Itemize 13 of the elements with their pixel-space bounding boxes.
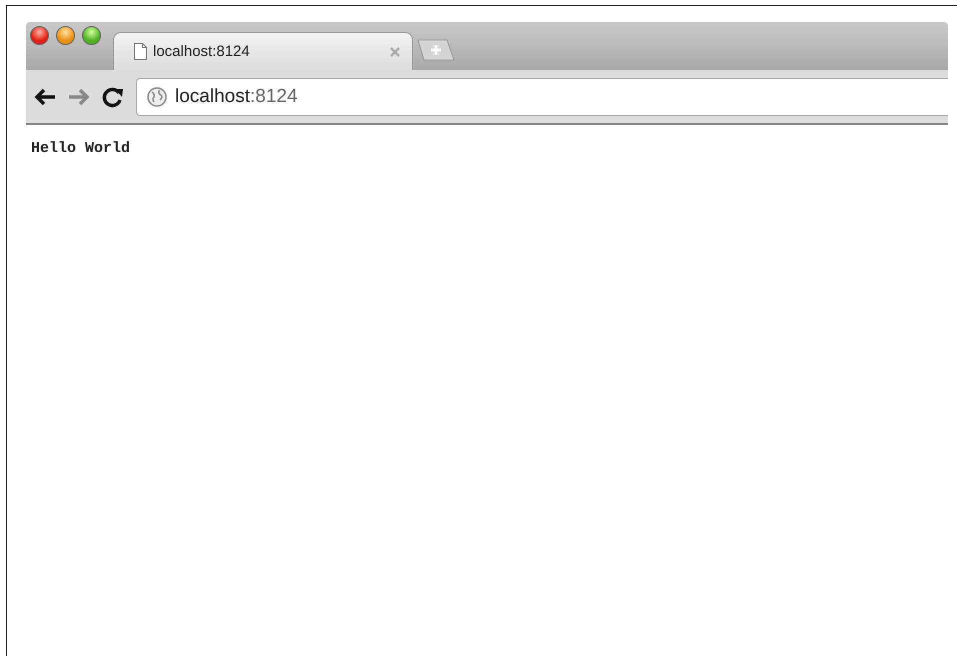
page-text: Hello World [31,140,130,157]
tab-title: localhost:8124 [153,43,251,60]
browser-tab[interactable]: localhost:8124 [113,32,413,70]
globe-icon [147,86,167,106]
close-window-button[interactable] [30,26,49,45]
document-icon [134,43,147,60]
back-icon[interactable] [34,88,56,106]
reload-icon[interactable] [102,86,124,108]
url-text: localhost:8124 [175,86,298,108]
address-bar[interactable]: localhost:8124 [136,78,948,116]
new-tab-button[interactable] [417,39,455,61]
minimize-window-button[interactable] [56,26,75,45]
zoom-window-button[interactable] [82,26,101,45]
